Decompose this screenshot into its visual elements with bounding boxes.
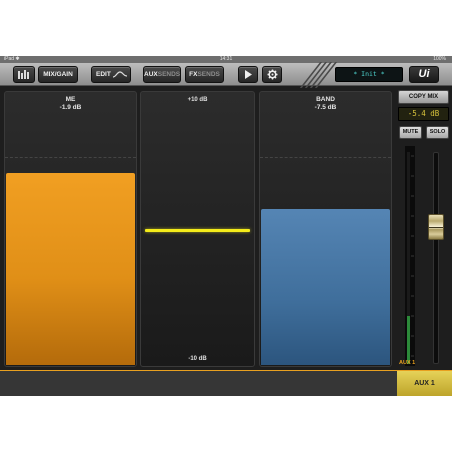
channel-level-readout: -1.9 dB: [59, 104, 82, 111]
aux-1-tab[interactable]: AUX 1: [397, 371, 452, 396]
send-scale-panel[interactable]: +10 dB -10 dB: [140, 91, 255, 367]
aux-sends-button[interactable]: AUXSENDS: [143, 66, 181, 83]
gear-icon: [267, 69, 277, 80]
battery-label: 100%: [433, 56, 446, 62]
send-level-bar[interactable]: [6, 173, 135, 365]
level-meter: [405, 146, 415, 366]
unity-line: [260, 157, 391, 158]
channel-strip-me[interactable]: ME -1.9 dB: [4, 91, 137, 367]
master-fader-track[interactable]: [433, 152, 439, 364]
toolbar: MIX/GAIN EDIT AUXSENDS FXSENDS * Init * …: [0, 62, 452, 88]
solo-button[interactable]: SOLO: [426, 126, 449, 139]
play-icon: [245, 70, 252, 79]
channel-overview-button[interactable]: [13, 66, 35, 83]
toolbar-stripes: [299, 62, 338, 88]
show-name-display[interactable]: * Init *: [335, 67, 403, 82]
ui-logo: Ui: [409, 66, 439, 83]
channel-overview-icon: [18, 70, 29, 79]
scale-bottom-label: -10 dB: [188, 356, 207, 362]
aux-sends-label-a: AUX: [144, 71, 158, 78]
send-level-bar[interactable]: [261, 208, 390, 365]
fx-sends-label-b: SENDS: [197, 71, 220, 78]
aux-channel-label: AUX 1: [399, 360, 416, 366]
channel-name: BAND: [316, 96, 335, 103]
channel-level-readout: -7.5 dB: [314, 104, 337, 111]
channel-name: ME: [65, 96, 76, 103]
edit-label: EDIT: [96, 71, 111, 78]
status-bar: iPad ✱ 14:31 100%: [0, 56, 452, 63]
app-window: iPad ✱ 14:31 100% MIX/GAIN EDIT AUXSENDS…: [0, 56, 452, 396]
master-send-line[interactable]: [145, 229, 250, 232]
bottom-bar: AUX 1: [0, 370, 452, 396]
aux-sends-label-b: SENDS: [157, 71, 181, 78]
copy-mix-button[interactable]: COPY MIX: [398, 90, 449, 104]
eq-curve-icon: [113, 71, 127, 78]
channel-strip-band[interactable]: BAND -7.5 dB: [259, 91, 392, 367]
play-button[interactable]: [238, 66, 258, 83]
mix-gain-button[interactable]: MIX/GAIN: [38, 66, 78, 83]
mix-gain-label: MIX/GAIN: [43, 71, 73, 78]
scale-top-label: +10 dB: [187, 97, 208, 103]
mute-button[interactable]: MUTE: [399, 126, 422, 139]
master-fader-handle[interactable]: [428, 213, 444, 240]
fx-sends-button[interactable]: FXSENDS: [185, 66, 224, 83]
aux-level-readout: -5.4 dB: [398, 107, 449, 121]
unity-line: [5, 157, 136, 158]
edit-button[interactable]: EDIT: [91, 66, 131, 83]
settings-button[interactable]: [262, 66, 282, 83]
clock: 14:31: [219, 56, 233, 62]
